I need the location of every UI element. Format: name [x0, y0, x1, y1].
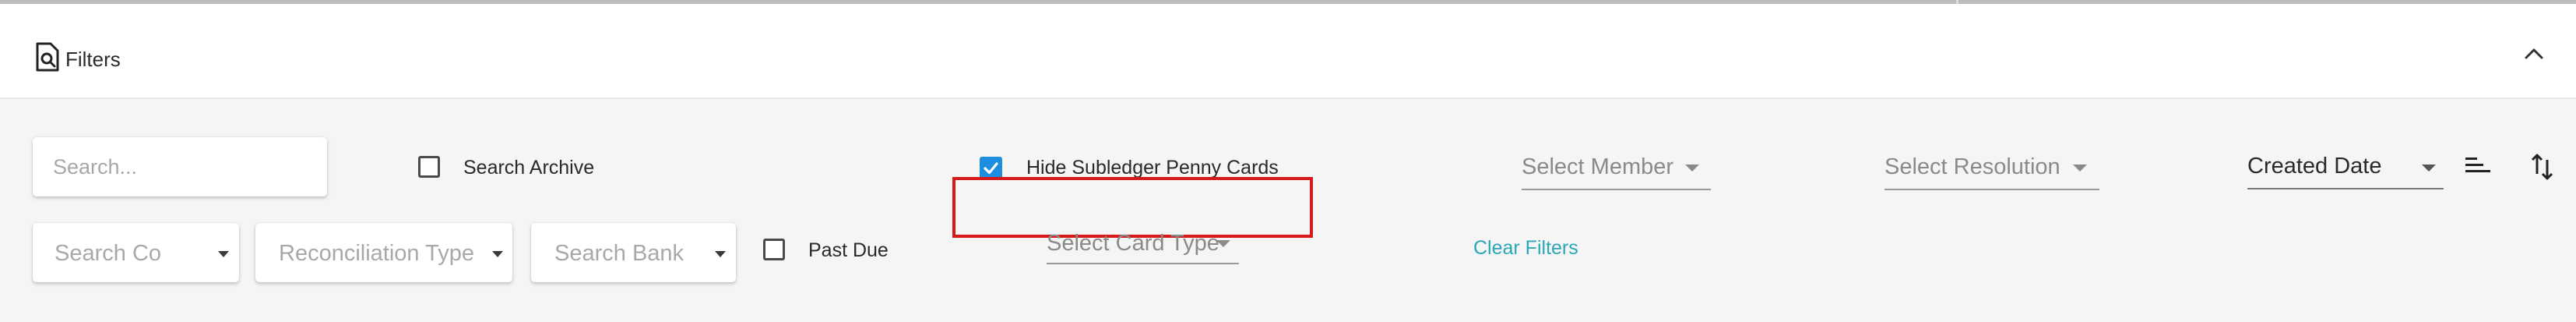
chevron-down-icon [715, 251, 726, 257]
chevron-down-icon [492, 251, 503, 257]
chevron-down-icon [1216, 240, 1230, 247]
sort-field-underline [2247, 188, 2444, 189]
chevron-down-icon [2422, 165, 2436, 172]
past-due-checkbox[interactable] [763, 239, 785, 260]
reconciliation-type-dropdown[interactable]: Reconciliation Type [255, 223, 512, 282]
search-document-icon [36, 42, 59, 72]
sort-lines-icon[interactable] [2464, 154, 2493, 178]
filters-panel-header[interactable]: Filters [0, 4, 2576, 99]
hide-subledger-label: Hide Subledger Penny Cards [1026, 157, 1279, 179]
search-input[interactable] [33, 137, 327, 196]
search-bank-placeholder: Search Bank [554, 241, 684, 266]
search-bank-dropdown[interactable]: Search Bank [531, 223, 736, 282]
select-card-type-placeholder: Select Card Type [1047, 231, 1219, 256]
select-card-type-dropdown[interactable]: Select Card Type [1047, 231, 1239, 265]
search-archive-label: Search Archive [463, 157, 595, 179]
checkmark-icon [984, 162, 998, 175]
reconciliation-type-placeholder: Reconciliation Type [279, 241, 474, 266]
sort-field-dropdown[interactable]: Created Date [2247, 154, 2444, 191]
chevron-down-icon [2073, 165, 2087, 172]
sort-direction-icon[interactable] [2529, 152, 2556, 182]
highlight-box [952, 177, 1313, 238]
chevron-up-icon[interactable] [2520, 40, 2548, 68]
search-co-dropdown[interactable]: Search Co [33, 223, 239, 282]
past-due-label: Past Due [808, 239, 889, 261]
search-co-placeholder: Search Co [55, 241, 162, 266]
select-card-type-underline [1047, 263, 1239, 264]
sort-field-value: Created Date [2247, 154, 2382, 179]
select-resolution-placeholder: Select Resolution [1884, 154, 2060, 179]
select-member-underline [1522, 189, 1711, 190]
chevron-down-icon [218, 251, 229, 257]
clear-filters-link[interactable]: Clear Filters [1473, 237, 1578, 260]
select-resolution-dropdown[interactable]: Select Resolution [1884, 154, 2099, 192]
search-archive-checkbox[interactable] [418, 156, 440, 178]
select-member-placeholder: Select Member [1522, 154, 1674, 179]
hide-subledger-checkbox[interactable] [980, 157, 1002, 179]
chevron-down-icon [1685, 165, 1699, 172]
select-member-dropdown[interactable]: Select Member [1522, 154, 1711, 192]
filters-title: Filters [65, 48, 121, 71]
select-resolution-underline [1884, 189, 2099, 190]
